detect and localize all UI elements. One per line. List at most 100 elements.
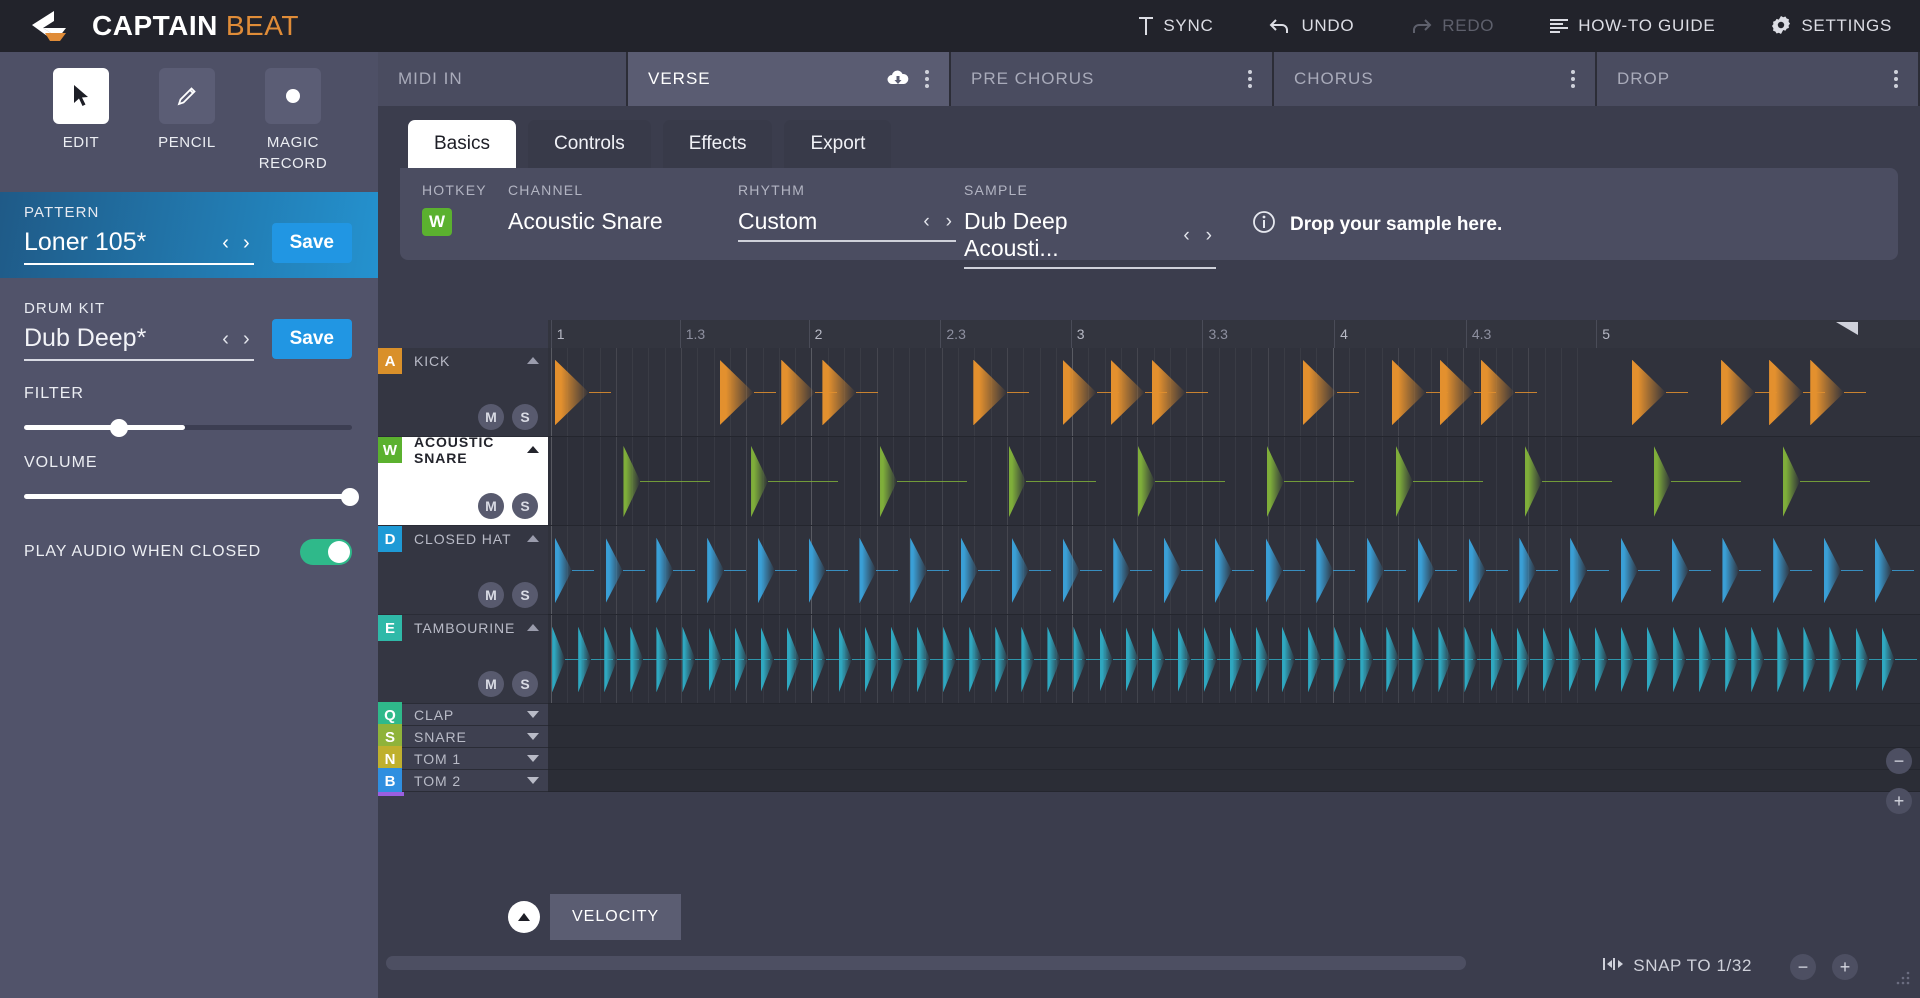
note-hit[interactable] — [552, 626, 566, 693]
note-hit[interactable] — [1151, 626, 1165, 693]
pattern-save-button[interactable]: Save — [271, 223, 352, 263]
note-hit[interactable] — [1777, 626, 1791, 693]
note-hit[interactable] — [943, 626, 957, 693]
note-hit[interactable] — [822, 359, 857, 426]
track-mute-button[interactable]: M — [478, 671, 504, 697]
note-hit[interactable] — [1203, 626, 1217, 693]
track-header-kick[interactable]: A KICK M S — [378, 348, 548, 437]
panel-tab-export[interactable]: Export — [784, 120, 892, 168]
note-hit[interactable] — [1439, 359, 1474, 426]
undo-button[interactable]: UNDO — [1269, 16, 1354, 36]
note-hit[interactable] — [1671, 537, 1689, 604]
track-hotkey-chip[interactable]: D — [378, 526, 402, 552]
note-hit[interactable] — [1316, 537, 1334, 604]
track-solo-button[interactable]: S — [512, 671, 538, 697]
note-hit[interactable] — [812, 626, 826, 693]
panel-tab-controls[interactable]: Controls — [527, 120, 651, 168]
volume-slider-knob[interactable] — [341, 487, 359, 506]
lane-kick[interactable] — [548, 348, 1920, 437]
section-menu-kebab-icon[interactable] — [1571, 70, 1575, 88]
note-hit[interactable] — [1062, 359, 1097, 426]
panel-tab-effects[interactable]: Effects — [662, 120, 773, 168]
note-hit[interactable] — [1360, 626, 1374, 693]
section-menu-kebab-icon[interactable] — [1894, 70, 1898, 88]
tool-edit[interactable]: EDIT — [28, 68, 134, 153]
note-hit[interactable] — [1769, 359, 1804, 426]
note-hit[interactable] — [1699, 626, 1713, 693]
section-menu-kebab-icon[interactable] — [1248, 70, 1252, 88]
velocity-tab[interactable]: VELOCITY — [550, 894, 682, 940]
note-hit[interactable] — [1829, 626, 1843, 693]
note-hit[interactable] — [1110, 359, 1145, 426]
note-hit[interactable] — [719, 359, 754, 426]
chevron-down-icon[interactable] — [526, 750, 540, 768]
note-hit[interactable] — [578, 626, 592, 693]
note-hit[interactable] — [1177, 626, 1191, 693]
note-hit[interactable] — [1631, 359, 1666, 426]
chevron-down-icon[interactable] — [526, 728, 540, 746]
section-tab-pre-chorus[interactable]: PRE CHORUS — [951, 52, 1274, 106]
track-hotkey-chip[interactable]: B — [378, 768, 402, 794]
note-hit[interactable] — [630, 626, 644, 693]
pattern-prev-arrow[interactable]: ‹ — [222, 233, 229, 253]
volume-slider[interactable] — [24, 487, 359, 506]
chevron-down-icon[interactable] — [526, 772, 540, 790]
note-hit[interactable] — [1302, 359, 1337, 426]
how-to-guide-button[interactable]: HOW-TO GUIDE — [1550, 16, 1715, 36]
filter-slider[interactable] — [24, 418, 352, 437]
settings-button[interactable]: SETTINGS — [1771, 16, 1892, 36]
note-hit[interactable] — [1151, 359, 1186, 426]
track-mute-button[interactable]: M — [478, 493, 504, 519]
note-hit[interactable] — [1620, 537, 1638, 604]
sample-prev-arrow[interactable]: ‹ — [1183, 226, 1189, 245]
download-section-icon[interactable] — [887, 70, 909, 88]
note-hit[interactable] — [1021, 626, 1035, 693]
note-hit[interactable] — [1722, 537, 1740, 604]
track-zoom-in-button[interactable]: + — [1886, 788, 1912, 814]
note-hit[interactable] — [1653, 445, 1671, 518]
note-hit[interactable] — [969, 626, 983, 693]
note-hit[interactable] — [1062, 537, 1080, 604]
chevron-up-icon[interactable] — [526, 530, 540, 548]
note-hit[interactable] — [1229, 626, 1243, 693]
note-hit[interactable] — [682, 626, 696, 693]
lane-tambourine[interactable] — [548, 615, 1920, 704]
track-solo-button[interactable]: S — [512, 493, 538, 519]
note-hit[interactable] — [1073, 626, 1087, 693]
note-hit[interactable] — [656, 626, 670, 693]
filter-slider-knob[interactable] — [110, 418, 129, 437]
note-hit[interactable] — [880, 445, 898, 518]
note-hit[interactable] — [554, 537, 572, 604]
section-tab-verse[interactable]: VERSE — [628, 52, 951, 106]
chevron-up-icon[interactable] — [526, 352, 540, 370]
note-hit[interactable] — [1308, 626, 1322, 693]
note-hit[interactable] — [1803, 626, 1817, 693]
track-solo-button[interactable]: S — [512, 582, 538, 608]
note-hit[interactable] — [1855, 626, 1869, 693]
drumkit-next-arrow[interactable]: › — [243, 329, 250, 349]
note-hit[interactable] — [1214, 537, 1232, 604]
note-hit[interactable] — [1751, 626, 1765, 693]
track-hotkey-chip[interactable]: W — [378, 437, 402, 463]
rhythm-selector[interactable]: Custom ‹ › — [738, 208, 956, 242]
note-hit[interactable] — [960, 537, 978, 604]
sync-button[interactable]: SYNC — [1139, 16, 1213, 36]
rhythm-next-arrow[interactable]: › — [946, 212, 952, 231]
sample-selector[interactable]: Dub Deep Acousti... ‹ › — [964, 208, 1216, 269]
note-hit[interactable] — [786, 626, 800, 693]
track-header-snare[interactable]: S SNARE — [378, 724, 548, 750]
track-hotkey-chip[interactable]: E — [378, 615, 402, 641]
note-hit[interactable] — [1137, 445, 1155, 518]
section-tab-midi-in[interactable]: MIDI IN — [378, 52, 628, 106]
tool-pencil[interactable]: PENCIL — [134, 68, 240, 153]
section-tab-drop[interactable]: DROP — [1597, 52, 1920, 106]
note-hit[interactable] — [707, 537, 725, 604]
track-mute-button[interactable]: M — [478, 404, 504, 430]
drumkit-prev-arrow[interactable]: ‹ — [222, 329, 229, 349]
pattern-next-arrow[interactable]: › — [243, 233, 250, 253]
note-hit[interactable] — [1721, 359, 1756, 426]
note-hit[interactable] — [1464, 626, 1478, 693]
tool-magic-record[interactable]: MAGIC RECORD — [240, 68, 346, 174]
track-header-tom-2[interactable]: B TOM 2 — [378, 768, 548, 794]
zoom-in-button[interactable]: + — [1832, 954, 1858, 980]
